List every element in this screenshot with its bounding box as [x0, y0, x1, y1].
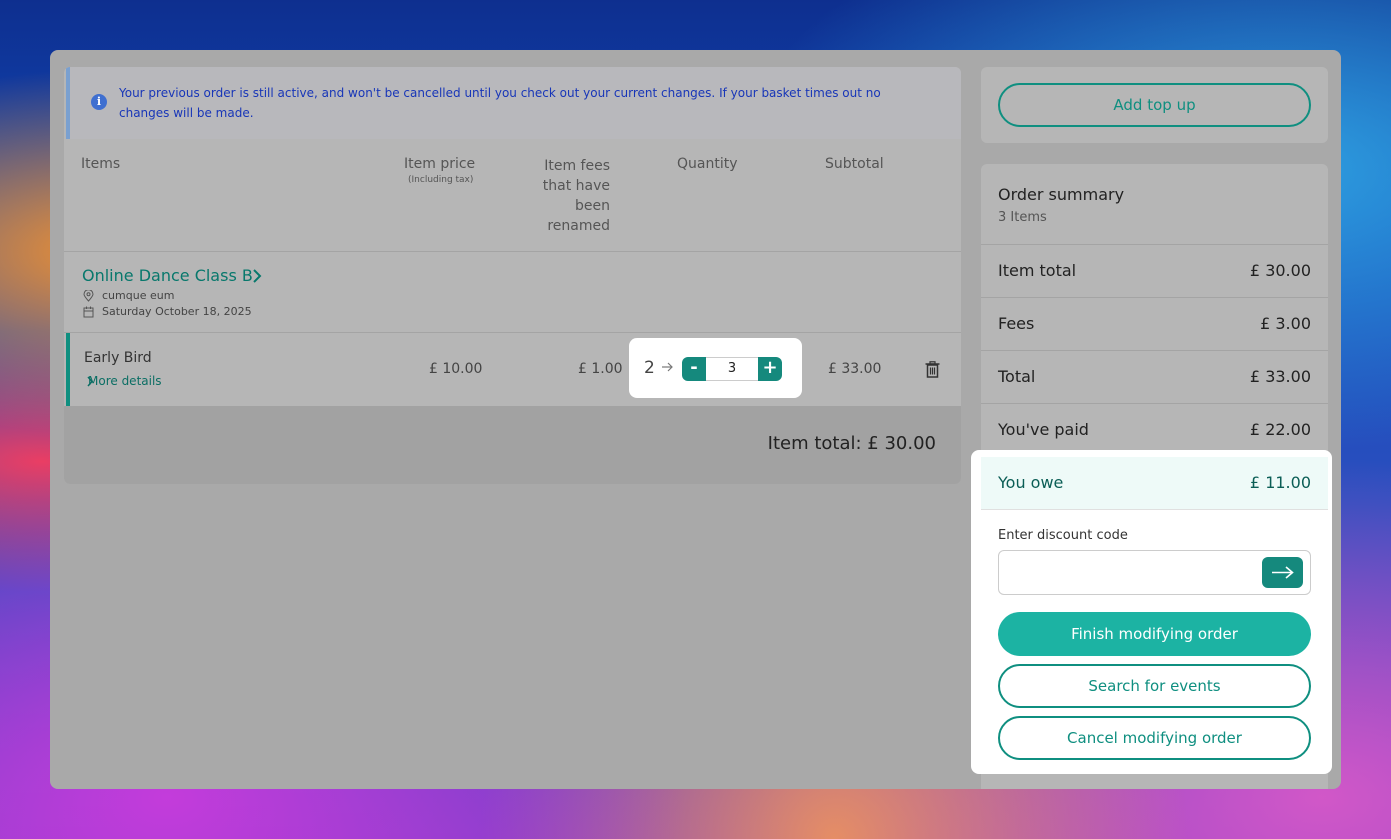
apply-discount-button[interactable] — [1262, 557, 1303, 588]
summary-row-value: £ 3.00 — [1260, 314, 1311, 333]
summary-row-value: £ 30.00 — [1249, 261, 1311, 280]
summary-row-label: You've paid — [998, 420, 1089, 439]
summary-row-value: £ 22.00 — [1249, 420, 1311, 439]
discount-label: Enter discount code — [998, 528, 1128, 543]
you-owe-value: £ 11.00 — [1249, 473, 1311, 492]
add-top-up-button[interactable]: Add top up — [998, 83, 1311, 127]
event-link[interactable]: Online Dance Class B — [82, 266, 253, 285]
quantity-stepper: 2 - 3 + — [629, 338, 802, 398]
discount-code-input[interactable] — [998, 550, 1311, 595]
location-pin-icon — [83, 290, 94, 302]
ticket-row: Early Bird More details — [66, 333, 961, 406]
header-item-fees: Item fees that have been renamed — [542, 158, 610, 234]
banner-message: Your previous order is still active, and… — [119, 86, 881, 120]
summary-count: 3 Items — [998, 210, 1047, 225]
header-items: Items — [81, 156, 121, 172]
summary-row: Item total £ 30.00 — [981, 244, 1328, 297]
item-total: Item total: £ 30.00 — [767, 433, 936, 454]
arrow-right-icon — [662, 362, 673, 372]
item-total-band: Item total: £ 30.00 — [64, 406, 961, 484]
cancel-modifying-order-button[interactable]: Cancel modifying order — [998, 716, 1311, 760]
arrow-right-icon — [1272, 566, 1294, 579]
calendar-icon — [83, 306, 94, 318]
summary-row-value: £ 33.00 — [1249, 367, 1311, 386]
basket-panel: i Your previous order is still active, a… — [64, 67, 961, 484]
ticket-price: £ 10.00 — [429, 361, 483, 377]
ticket-fees: £ 1.00 — [578, 361, 623, 377]
more-details-link[interactable]: More details — [88, 374, 162, 388]
header-subtotal: Subtotal — [825, 156, 884, 172]
info-banner: i Your previous order is still active, a… — [66, 67, 961, 139]
you-owe-row: You owe £ 11.00 — [981, 457, 1328, 510]
summary-row-label: Fees — [998, 314, 1035, 333]
increase-quantity-button[interactable]: + — [758, 357, 782, 381]
checkout-actions-panel: You owe £ 11.00 Enter discount code Fini… — [971, 450, 1332, 774]
previous-quantity: 2 — [644, 358, 655, 378]
trash-icon[interactable] — [925, 361, 940, 378]
summary-row-label: Total — [998, 367, 1036, 386]
summary-row: Fees £ 3.00 — [981, 297, 1328, 350]
you-owe-label: You owe — [998, 473, 1064, 492]
chevron-right-icon[interactable] — [252, 269, 262, 283]
header-item-price-sub: (Including tax) — [408, 175, 474, 185]
summary-title: Order summary — [998, 185, 1125, 204]
event-date: Saturday October 18, 2025 — [102, 305, 252, 318]
info-icon: i — [91, 94, 107, 110]
header-item-price: Item price — [404, 156, 476, 172]
search-events-button[interactable]: Search for events — [998, 664, 1311, 708]
header-quantity: Quantity — [677, 156, 738, 172]
ticket-name: Early Bird — [84, 350, 152, 366]
event-location: cumque eum — [102, 289, 175, 302]
summary-row: You've paid £ 22.00 — [981, 403, 1328, 456]
finish-modifying-order-button[interactable]: Finish modifying order — [998, 612, 1311, 656]
header-divider — [64, 251, 961, 252]
top-up-panel: Add top up — [981, 67, 1328, 143]
decrease-quantity-button[interactable]: - — [682, 357, 706, 381]
quantity-input[interactable]: 3 — [706, 357, 758, 381]
ticket-subtotal: £ 33.00 — [828, 361, 882, 377]
summary-row: Total £ 33.00 — [981, 350, 1328, 403]
summary-row-label: Item total — [998, 261, 1077, 280]
